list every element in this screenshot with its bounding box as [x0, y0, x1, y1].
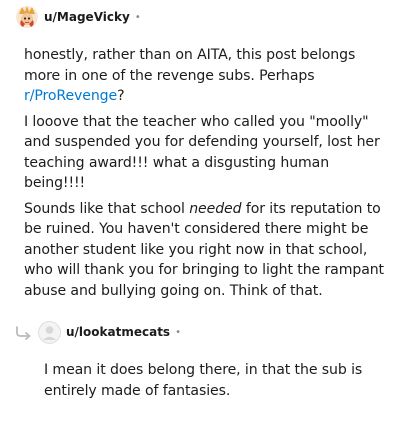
comment-paragraph: Sounds like that school needed for its r…: [24, 199, 386, 302]
reply-arrow-icon: [15, 325, 33, 340]
username[interactable]: u/lookatmecats: [66, 325, 170, 339]
comment-thread: u/MageVicky • honestly, rather than on A…: [0, 0, 400, 428]
subreddit-link[interactable]: r/ProRevenge: [24, 88, 117, 104]
default-avatar-icon[interactable]: [38, 320, 61, 344]
emphasis: needed: [189, 200, 242, 217]
mage-avatar-icon[interactable]: [16, 6, 38, 28]
text-span: ?: [117, 88, 125, 104]
text-span: Sounds like that school: [24, 200, 190, 217]
comment-body: I mean it does belong there, in that the…: [44, 360, 384, 406]
username[interactable]: u/MageVicky: [44, 10, 130, 24]
separator-dot: •: [175, 326, 181, 338]
comment-body: honestly, rather than on AITA, this post…: [24, 45, 386, 306]
comment-paragraph: I looove that the teacher who called you…: [24, 113, 380, 192]
comment-header: u/MageVicky •: [16, 5, 141, 29]
comment-paragraph: honestly, rather than on AITA, this post…: [24, 45, 386, 107]
comment-header: u/lookatmecats •: [38, 320, 181, 344]
separator-dot: •: [134, 11, 141, 23]
text-span: honestly, rather than on AITA, this post…: [24, 47, 356, 84]
comment-paragraph: I mean it does belong there, in that the…: [44, 362, 363, 399]
